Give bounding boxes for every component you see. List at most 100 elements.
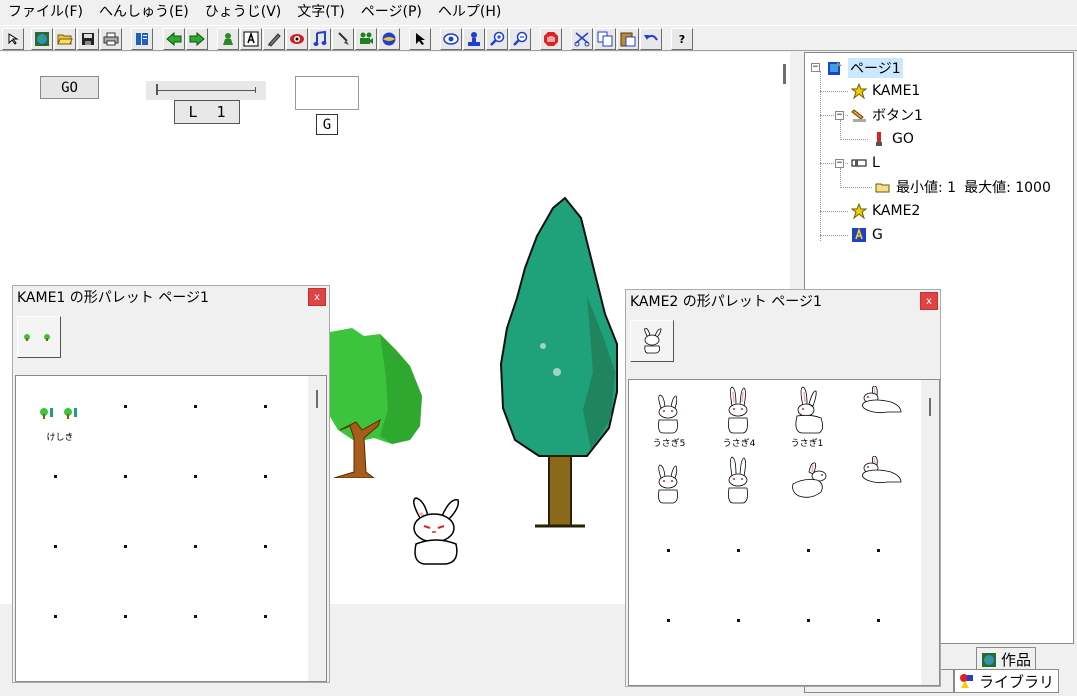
g-text-field[interactable] <box>295 76 359 110</box>
empty-slot[interactable] <box>124 615 127 618</box>
zoom-out-icon[interactable] <box>509 28 531 50</box>
empty-slot[interactable] <box>124 475 127 478</box>
palette1-close-button[interactable]: x <box>308 288 326 306</box>
palette1-current-shape[interactable] <box>17 316 61 358</box>
tree-line <box>820 91 848 92</box>
empty-slot[interactable] <box>194 405 197 408</box>
tree-item-button1[interactable]: ボタン1 <box>851 104 923 126</box>
person-icon[interactable] <box>217 28 239 50</box>
empty-slot[interactable] <box>667 549 670 552</box>
empty-slot[interactable] <box>807 619 810 622</box>
book-icon[interactable] <box>131 28 153 50</box>
music-icon[interactable] <box>309 28 331 50</box>
empty-slot[interactable] <box>54 615 57 618</box>
rabbit-sitting-2-shape-icon[interactable] <box>651 464 685 504</box>
empty-slot[interactable] <box>264 615 267 618</box>
empty-slot[interactable] <box>877 619 880 622</box>
rabbit-sitting-shape-icon[interactable] <box>651 394 685 434</box>
stamp-icon[interactable] <box>463 28 485 50</box>
menu-view[interactable]: ひょうじ(V) <box>197 0 290 24</box>
rabbit-side-shape-icon[interactable] <box>789 386 827 434</box>
cut-icon[interactable] <box>571 28 593 50</box>
tree-item-range[interactable]: 最小値: 1 最大値: 1000 <box>875 176 1051 198</box>
tree-toggle-button[interactable]: − <box>835 111 844 120</box>
palette1-scroll-thumb[interactable] <box>316 390 318 408</box>
empty-slot[interactable] <box>194 615 197 618</box>
eye-icon[interactable] <box>440 28 462 50</box>
tree-item-kame1[interactable]: KAME1 <box>851 80 920 102</box>
tree-item-l[interactable]: L <box>851 152 880 174</box>
select-cursor-icon[interactable] <box>2 28 24 50</box>
empty-slot[interactable] <box>877 549 880 552</box>
tree-toggle-slider[interactable]: − <box>835 159 844 168</box>
menu-file[interactable]: ファイル(F) <box>0 0 91 24</box>
l-slider[interactable] <box>146 81 266 100</box>
kame1-shape-palette: KAME1 の形パレット ページ1 x けしき <box>12 285 330 683</box>
cypress-tree-sprite[interactable] <box>499 196 621 528</box>
empty-slot[interactable] <box>124 545 127 548</box>
back-arrow-icon[interactable] <box>163 28 185 50</box>
menu-page[interactable]: ページ(P) <box>353 0 430 24</box>
go-button[interactable]: GO <box>40 76 99 99</box>
empty-slot[interactable] <box>194 475 197 478</box>
empty-slot[interactable] <box>54 545 57 548</box>
rabbit-sprite[interactable] <box>406 496 464 566</box>
menu-edit[interactable]: へんしゅう(E) <box>91 0 197 24</box>
globe-icon[interactable] <box>378 28 400 50</box>
forward-arrow-icon[interactable] <box>186 28 208 50</box>
camera-icon[interactable] <box>355 28 377 50</box>
rabbit-standing-shape-icon[interactable] <box>721 386 755 434</box>
empty-slot[interactable] <box>737 549 740 552</box>
world-icon[interactable] <box>31 28 53 50</box>
pointer-icon[interactable] <box>409 28 431 50</box>
undo-icon[interactable] <box>640 28 662 50</box>
rabbit-leaping-shape-icon[interactable] <box>857 456 903 486</box>
palette2-title: KAME2 の形パレット ページ1 <box>626 290 940 314</box>
print-icon[interactable] <box>100 28 122 50</box>
empty-slot[interactable] <box>54 475 57 478</box>
empty-slot[interactable] <box>807 549 810 552</box>
stop-icon[interactable] <box>540 28 562 50</box>
sprite-eye-icon[interactable] <box>286 28 308 50</box>
empty-slot[interactable] <box>194 545 197 548</box>
brush-icon[interactable] <box>332 28 354 50</box>
open-folder-icon[interactable] <box>54 28 76 50</box>
empty-slot[interactable] <box>667 619 670 622</box>
palette1-shape-grid[interactable]: けしき <box>15 375 327 682</box>
palette2-scrollbar[interactable] <box>921 380 939 685</box>
tab-library[interactable]: ライブラリ <box>954 669 1060 693</box>
rabbit-hopping-shape-icon[interactable] <box>789 462 833 502</box>
text-a-icon[interactable] <box>240 28 262 50</box>
copy-icon[interactable] <box>594 28 616 50</box>
rabbit-standing-2-shape-icon[interactable] <box>721 456 755 504</box>
palette2-scroll-thumb[interactable] <box>929 398 931 416</box>
go-action-icon <box>876 132 882 146</box>
empty-slot[interactable] <box>264 475 267 478</box>
zoom-in-icon[interactable] <box>486 28 508 50</box>
palette1-scrollbar[interactable] <box>308 376 326 681</box>
paste-icon[interactable] <box>617 28 639 50</box>
palette2-close-button[interactable]: x <box>920 292 938 310</box>
palette2-shape-grid[interactable]: うさぎ5 うさぎ4 うさぎ1 <box>628 379 940 686</box>
stage-scroll-thumb[interactable] <box>783 64 786 84</box>
empty-slot[interactable] <box>264 545 267 548</box>
tree-item-page1[interactable]: ページ1 <box>827 57 903 79</box>
tree-item-kame2[interactable]: KAME2 <box>851 200 920 222</box>
menu-text[interactable]: 文字(T) <box>289 0 352 24</box>
empty-slot[interactable] <box>264 405 267 408</box>
scenery-shape-icon[interactable] <box>38 406 80 420</box>
slider-thumb[interactable] <box>156 84 158 95</box>
palette2-current-shape[interactable] <box>630 320 674 362</box>
rabbit-jumping-shape-icon[interactable] <box>857 386 903 416</box>
help-button[interactable]: ? <box>671 28 693 50</box>
tree-toggle-root[interactable]: − <box>811 63 820 72</box>
tree-sprite-small[interactable] <box>322 326 424 478</box>
tree-item-go[interactable]: GO <box>871 128 914 150</box>
menu-help[interactable]: ヘルプ(H) <box>430 0 509 24</box>
tab-works[interactable]: 作品 <box>976 647 1037 671</box>
empty-slot[interactable] <box>124 405 127 408</box>
pen-icon[interactable] <box>263 28 285 50</box>
tree-item-g[interactable]: G <box>851 224 883 246</box>
save-icon[interactable] <box>77 28 99 50</box>
empty-slot[interactable] <box>737 619 740 622</box>
